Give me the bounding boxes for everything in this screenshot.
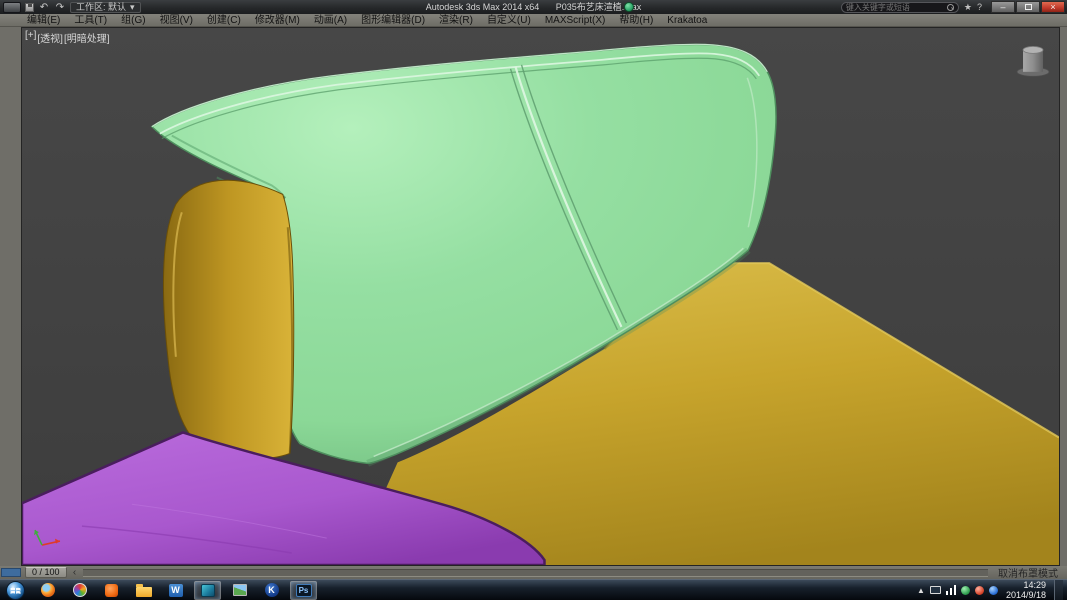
image-viewer-icon bbox=[232, 584, 247, 596]
a360-signin-icon[interactable] bbox=[624, 2, 634, 12]
hidden-icons-button[interactable]: ▲ bbox=[917, 586, 925, 595]
clock[interactable]: 14:29 2014/9/18 bbox=[1003, 580, 1049, 600]
menu-item-modifiers[interactable]: 修改器(M) bbox=[248, 14, 307, 27]
taskbar: W K Ps ▲ 14:29 2014/9/18 bbox=[0, 579, 1067, 600]
menu-item-group[interactable]: 组(G) bbox=[114, 14, 152, 27]
update-tray-icon[interactable] bbox=[988, 585, 998, 595]
menu-item-edit[interactable]: 编辑(E) bbox=[20, 14, 67, 27]
alert-tray-icon[interactable] bbox=[974, 585, 984, 595]
menu-item-rendering[interactable]: 渲染(R) bbox=[432, 14, 480, 27]
menu-bar: 编辑(E) 工具(T) 组(G) 视图(V) 创建(C) 修改器(M) 动画(A… bbox=[0, 14, 1067, 27]
network-icon[interactable] bbox=[945, 585, 956, 595]
menu-item-animation[interactable]: 动画(A) bbox=[307, 14, 354, 27]
taskbar-photoshop[interactable]: Ps bbox=[290, 580, 317, 600]
windows-flag-icon bbox=[10, 587, 20, 594]
photoshop-icon: Ps bbox=[295, 583, 312, 597]
restore-button[interactable] bbox=[1016, 1, 1040, 13]
redo-icon[interactable]: ↷ bbox=[54, 2, 66, 13]
trackbar-mini-box[interactable] bbox=[1, 568, 21, 577]
taskbar-image-viewer[interactable] bbox=[226, 581, 253, 600]
clock-date: 2014/9/18 bbox=[1005, 590, 1046, 600]
menu-item-tools[interactable]: 工具(T) bbox=[67, 14, 114, 27]
viewport-menu-plus[interactable]: [+] bbox=[25, 30, 36, 45]
taskbar-icons: W K Ps bbox=[30, 580, 317, 600]
menu-item-graph-editors[interactable]: 图形编辑器(D) bbox=[354, 14, 432, 27]
infocenter-search[interactable] bbox=[840, 1, 959, 13]
close-button[interactable]: × bbox=[1041, 1, 1065, 13]
menu-item-help[interactable]: 帮助(H) bbox=[612, 14, 660, 27]
taskbar-3ds-max[interactable] bbox=[194, 580, 221, 600]
application-window: ↶ ↷ 工作区: 默认 ▾ Autodesk 3ds Max 2014 x64 … bbox=[0, 0, 1067, 600]
show-desktop-button[interactable] bbox=[1054, 579, 1063, 600]
taskbar-firefox[interactable] bbox=[34, 581, 61, 600]
menu-item-krakatoa[interactable]: Krakatoa bbox=[660, 14, 714, 27]
status-prompt-text: 取消布罩模式 bbox=[998, 569, 1058, 580]
timeline-status-bar: 0 / 100 ‹ 取消布罩模式 bbox=[0, 566, 1067, 580]
media-player-icon bbox=[105, 583, 118, 597]
time-slider-track[interactable] bbox=[82, 568, 988, 577]
krakatoa-icon: K bbox=[264, 583, 279, 597]
previous-frame-button[interactable]: ‹ bbox=[71, 567, 79, 578]
display-tray-icon[interactable] bbox=[929, 586, 941, 594]
taskbar-word[interactable]: W bbox=[162, 581, 189, 600]
taskbar-krakatoa[interactable]: K bbox=[258, 581, 285, 600]
workspace-dropdown[interactable]: 工作区: 默认 ▾ bbox=[70, 1, 141, 13]
menu-item-create[interactable]: 创建(C) bbox=[200, 14, 248, 27]
time-slider-handle[interactable]: 0 / 100 bbox=[25, 567, 67, 578]
viewport-label: [+] [透视] [明暗处理] bbox=[25, 30, 110, 45]
taskbar-media-player[interactable] bbox=[98, 581, 125, 600]
app-title: Autodesk 3ds Max 2014 x64 bbox=[425, 2, 540, 12]
start-button[interactable] bbox=[0, 580, 30, 600]
folder-icon bbox=[135, 583, 152, 597]
menu-item-customize[interactable]: 自定义(U) bbox=[480, 14, 538, 27]
undo-icon[interactable]: ↶ bbox=[38, 2, 50, 13]
chevron-down-icon: ▾ bbox=[130, 2, 135, 12]
search-icon[interactable] bbox=[946, 3, 954, 11]
viewport-canvas[interactable] bbox=[22, 28, 1059, 565]
search-input[interactable] bbox=[845, 2, 944, 12]
help-icon[interactable]: ? bbox=[977, 2, 982, 12]
work-area: [+] [透视] [明暗处理] bbox=[0, 27, 1067, 566]
viewport-menu-shading[interactable]: [明暗处理] bbox=[64, 30, 110, 45]
title-bar: ↶ ↷ 工作区: 默认 ▾ Autodesk 3ds Max 2014 x64 … bbox=[0, 0, 1067, 14]
application-menu-button[interactable] bbox=[3, 1, 21, 13]
workspace-label: 工作区: 默认 bbox=[76, 2, 127, 12]
perspective-viewport[interactable]: [+] [透视] [明暗处理] bbox=[21, 27, 1060, 566]
menu-item-views[interactable]: 视图(V) bbox=[153, 14, 200, 27]
taskbar-browser-360[interactable] bbox=[66, 581, 93, 600]
save-icon[interactable] bbox=[25, 2, 34, 12]
windows-orb-icon bbox=[5, 580, 25, 600]
3ds-max-icon bbox=[200, 583, 215, 597]
clock-time: 14:29 bbox=[1023, 580, 1046, 590]
favorites-star-icon[interactable]: ★ bbox=[964, 2, 972, 13]
menu-item-maxscript[interactable]: MAXScript(X) bbox=[538, 14, 613, 27]
word-icon: W bbox=[168, 583, 183, 597]
taskbar-folder[interactable] bbox=[130, 581, 157, 600]
browser-360-icon bbox=[72, 583, 87, 597]
restore-icon bbox=[1024, 4, 1032, 10]
pillow-mesh[interactable] bbox=[162, 179, 295, 461]
antivirus-tray-icon[interactable] bbox=[960, 585, 970, 595]
firefox-icon bbox=[40, 583, 55, 597]
system-tray: ▲ 14:29 2014/9/18 bbox=[917, 579, 1067, 600]
minimize-button[interactable]: – bbox=[991, 1, 1015, 13]
viewport-menu-view[interactable]: [透视] bbox=[37, 30, 63, 45]
